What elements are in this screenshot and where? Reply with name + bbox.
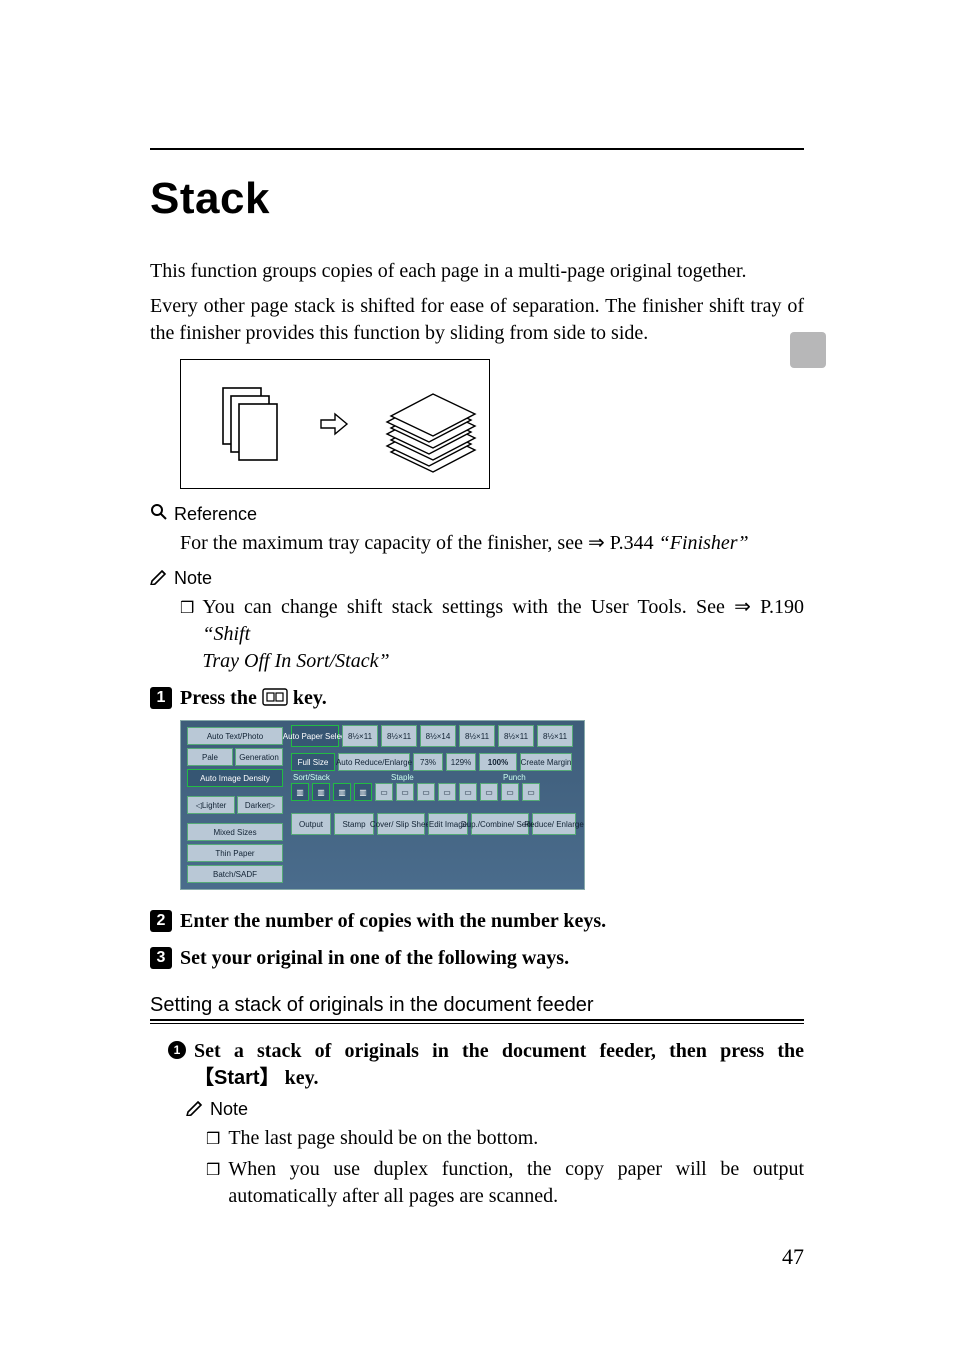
step-2-badge: 2 [150,910,172,932]
step-1-badge: 1 [150,687,172,709]
step-2: 2 Enter the number of copies with the nu… [150,908,804,935]
step-1: 1 Press the key. [150,685,804,712]
step-3-badge: 3 [150,947,172,969]
subsection-title: Setting a stack of originals in the docu… [150,994,804,1021]
subsection-rule [150,1023,804,1024]
top-rule [150,148,804,150]
ui-screenshot: Auto Text/Photo Pale Generation Auto Ima… [180,720,585,890]
page-number: 47 [782,1244,804,1270]
substep-1: 1 Set a stack of originals in the docume… [168,1038,804,1092]
note-label: Note [174,568,212,589]
intro-paragraph-1: This function groups copies of each page… [150,258,804,285]
reference-text: For the maximum tray capacity of the fin… [180,530,804,557]
subsection-note-2: When you use duplex function, the copy p… [206,1156,804,1210]
pencil-icon [150,567,168,590]
pencil-icon [186,1098,204,1121]
step-3: 3 Set your original in one of the follow… [150,945,804,972]
reference-label: Reference [174,504,257,525]
note-heading: Note [150,567,804,590]
page-title: Stack [150,174,804,224]
substep-1-badge: 1 [168,1041,186,1059]
reference-heading: Reference [150,503,804,526]
stack-figure [180,359,804,489]
magnifier-icon [150,503,168,526]
subsection-note-1: The last page should be on the bottom. [206,1125,804,1152]
note-text: You can change shift stack settings with… [180,594,804,675]
subsection-note-heading: Note [186,1098,804,1121]
intro-paragraph-2: Every other page stack is shifted for ea… [150,293,804,347]
stack-key-icon [262,688,288,706]
side-tab [790,332,826,368]
